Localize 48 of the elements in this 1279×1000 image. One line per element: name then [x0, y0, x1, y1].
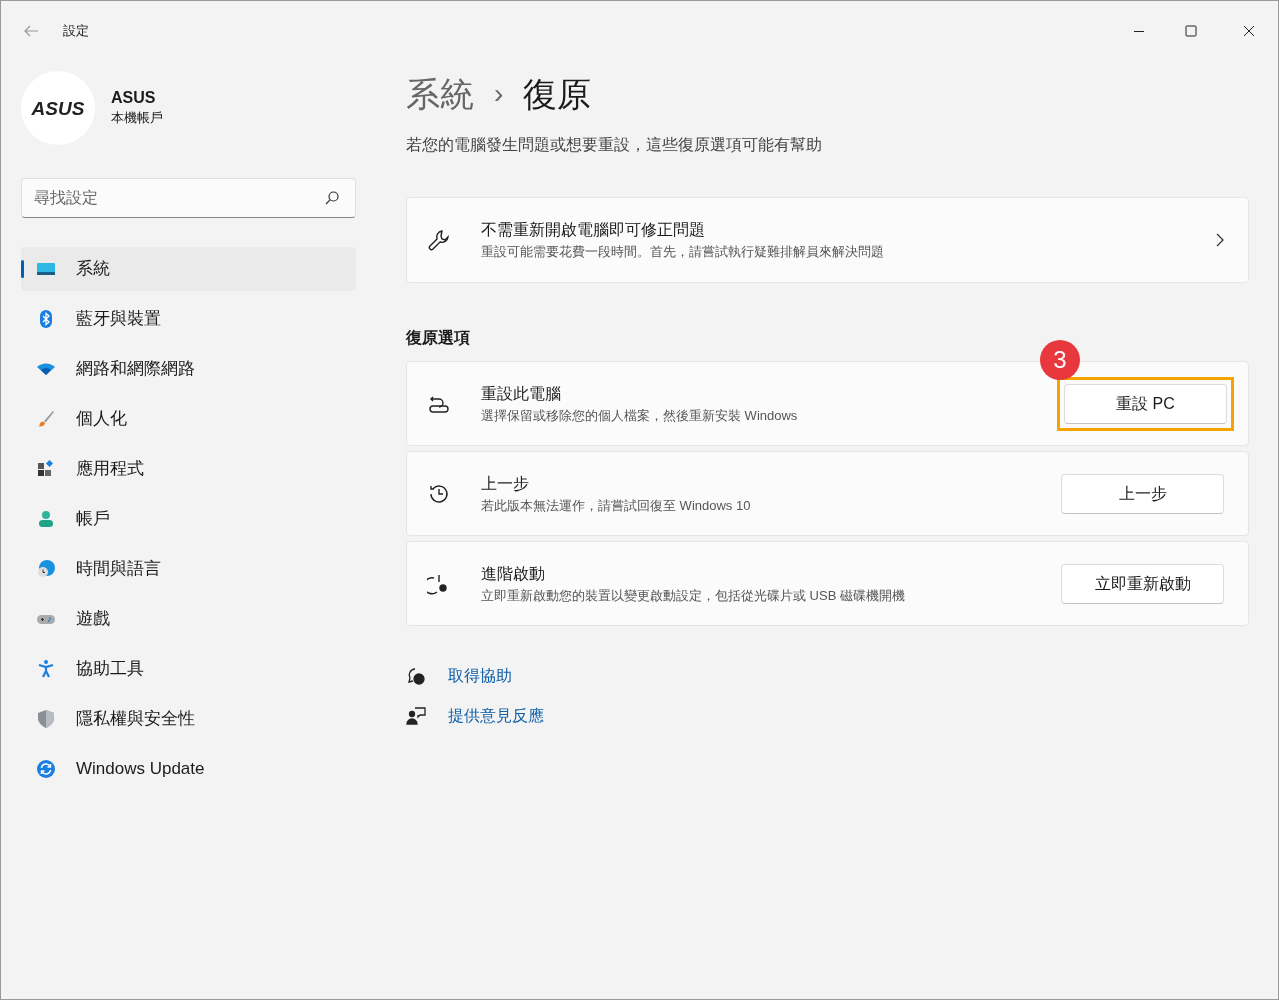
help-link[interactable]: 提供意見反應 — [448, 704, 544, 728]
help-link[interactable]: 取得協助 — [448, 664, 512, 688]
option-title: 重設此電腦 — [481, 383, 562, 404]
asus-logo: ASUS — [31, 98, 85, 118]
page-title: 復原 — [523, 74, 592, 115]
option-subtitle: 立即重新啟動您的裝置以變更啟動設定，包括從光碟片或 USB 磁碟機開機 — [481, 586, 905, 605]
sidebar-item[interactable]: 遊戲 — [21, 597, 356, 641]
breadcrumb-parent[interactable]: 系統 — [406, 69, 474, 119]
sidebar-item[interactable]: 協助工具 — [21, 647, 356, 691]
search-icon — [324, 190, 340, 206]
back-arrow-icon[interactable] — [23, 23, 39, 39]
option-button[interactable]: 立即重新啟動 — [1061, 563, 1224, 604]
option-button[interactable]: 上一步 — [1061, 473, 1224, 514]
update-icon — [36, 759, 56, 779]
account-type: 本機帳戶 — [111, 109, 163, 128]
option-title: 進階啟動 — [481, 563, 546, 584]
window-title: 設定 — [63, 22, 89, 41]
card-subtitle: 重設可能需要花費一段時間。首先，請嘗試執行疑難排解員來解決問題 — [481, 243, 884, 262]
accessibility-icon — [36, 659, 56, 679]
shield-icon — [36, 709, 56, 729]
breadcrumb-separator: › — [494, 77, 504, 111]
feedback-icon — [406, 706, 426, 726]
apps-icon — [36, 459, 56, 479]
sidebar-item[interactable]: 個人化 — [21, 397, 356, 441]
option-button[interactable]: 重設 PC — [1064, 383, 1227, 424]
sidebar-item[interactable]: 網路和網際網路 — [21, 347, 356, 391]
person-icon — [36, 509, 56, 529]
sidebar-item[interactable]: Windows Update — [21, 747, 356, 791]
sidebar-item[interactable]: 藍牙與裝置 — [21, 297, 356, 341]
section-title: 復原選項 — [406, 328, 471, 348]
globe-clock-icon — [36, 559, 56, 579]
sidebar-item[interactable]: 時間與語言 — [21, 547, 356, 591]
step-badge: 3 — [1040, 340, 1080, 380]
option-title: 上一步 — [481, 473, 530, 494]
page-description: 若您的電腦發生問題或想要重設，這些復原選項可能有幫助 — [406, 135, 823, 155]
search-field[interactable]: 尋找設定 — [21, 178, 356, 218]
option-subtitle: 選擇保留或移除您的個人檔案，然後重新安裝 Windows — [481, 406, 798, 425]
fix-problems-card[interactable]: 不需重新開啟電腦即可修正問題 重設可能需要花費一段時間。首先，請嘗試執行疑難排解員來解決問題 — [406, 197, 1249, 283]
account-name: ASUS — [111, 88, 157, 109]
wrench-icon — [427, 228, 451, 252]
sidebar-item[interactable]: 隱私權與安全性 — [21, 697, 356, 741]
help-icon — [406, 666, 426, 686]
sidebar-item[interactable]: 應用程式 — [21, 447, 356, 491]
card-title: 不需重新開啟電腦即可修正問題 — [481, 220, 706, 241]
sidebar-item[interactable]: 帳戶 — [21, 497, 356, 541]
brush-icon — [36, 409, 56, 429]
sidebar-item[interactable]: 系統 — [21, 247, 356, 291]
option-subtitle: 若此版本無法運作，請嘗試回復至 Windows 10 — [481, 496, 751, 515]
